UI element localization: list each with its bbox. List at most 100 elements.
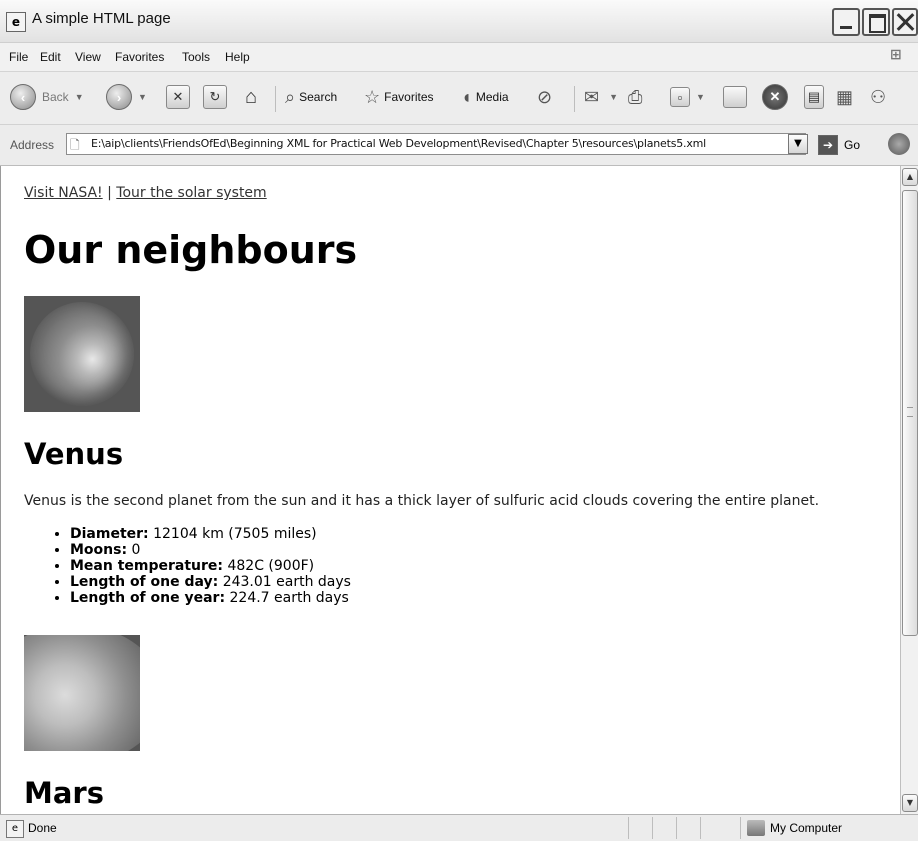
menu-favorites[interactable]: Favorites bbox=[115, 50, 164, 64]
menu-tools[interactable]: Tools bbox=[182, 50, 210, 64]
discuss-button[interactable] bbox=[723, 84, 747, 110]
minimize-button[interactable] bbox=[832, 8, 860, 36]
go-button[interactable]: ➔ Go bbox=[818, 135, 860, 155]
title-bar: e A simple HTML page bbox=[0, 0, 918, 43]
fact-label: Diameter: bbox=[70, 526, 149, 542]
maximize-button[interactable] bbox=[862, 8, 890, 36]
ie-icon: e bbox=[6, 12, 26, 32]
list-item: Diameter: 12104 km (7505 miles) bbox=[70, 526, 351, 542]
link-separator: | bbox=[107, 185, 112, 201]
list-item: Moons: 0 bbox=[70, 542, 351, 558]
scroll-thumb[interactable] bbox=[902, 190, 918, 636]
discuss-icon bbox=[723, 86, 747, 108]
address-dropdown-button[interactable]: ▼ bbox=[788, 134, 808, 154]
toolbar-separator bbox=[574, 86, 575, 112]
search-button[interactable]: ⌕ Search bbox=[285, 84, 337, 110]
fact-value: 243.01 earth days bbox=[222, 574, 351, 590]
venus-heading: Venus bbox=[24, 437, 124, 471]
refresh-button[interactable]: ↻ bbox=[203, 84, 227, 110]
page-done-icon: e bbox=[6, 820, 24, 838]
search-icon: ⌕ bbox=[285, 86, 296, 107]
fact-label: Length of one year: bbox=[70, 590, 226, 606]
fact-label: Mean temperature: bbox=[70, 558, 224, 574]
history-button[interactable]: ⊘ bbox=[537, 84, 556, 110]
messenger-button[interactable]: ✕ bbox=[762, 84, 788, 110]
chevron-down-icon: ▼ bbox=[696, 92, 705, 102]
back-label: Back bbox=[42, 90, 69, 104]
print-icon: ⎙ bbox=[628, 86, 643, 107]
home-icon: ⌂ bbox=[244, 85, 258, 108]
window-title: A simple HTML page bbox=[32, 10, 171, 27]
address-bar: Address 🗋 E:\aip\clients\FriendsOfEd\Beg… bbox=[0, 125, 918, 166]
media-label: Media bbox=[475, 90, 509, 104]
list-item: Length of one day: 243.01 earth days bbox=[70, 574, 351, 590]
status-divider bbox=[676, 817, 677, 839]
status-bar: e Done My Computer bbox=[0, 814, 918, 841]
venus-planet-disc bbox=[30, 302, 134, 406]
menu-view[interactable]: View bbox=[75, 50, 101, 64]
star-icon: ☆ bbox=[364, 86, 381, 107]
research-button[interactable]: ▤ bbox=[804, 84, 824, 110]
link-visit-nasa[interactable]: Visit NASA! bbox=[24, 185, 103, 201]
page-viewport: Visit NASA! | Tour the solar system Our … bbox=[0, 166, 900, 814]
scroll-up-button[interactable]: ▲ bbox=[902, 168, 918, 186]
grip-icon bbox=[907, 407, 913, 417]
fact-value: 482C (900F) bbox=[227, 558, 315, 574]
mars-image bbox=[24, 635, 140, 751]
menu-file[interactable]: File bbox=[9, 50, 28, 64]
mail-button[interactable]: ✉ ▼ bbox=[584, 84, 618, 110]
status-text: Done bbox=[28, 821, 57, 835]
stop-button[interactable]: ✕ bbox=[166, 84, 190, 110]
status-divider bbox=[700, 817, 701, 839]
address-input[interactable]: 🗋 E:\aip\clients\FriendsOfEd\Beginning X… bbox=[66, 133, 806, 155]
forward-button[interactable]: › ▼ bbox=[106, 84, 147, 110]
menu-help[interactable]: Help bbox=[225, 50, 250, 64]
venus-image bbox=[24, 296, 140, 412]
close-button[interactable] bbox=[892, 8, 918, 36]
users-icon: ⚇ bbox=[870, 86, 887, 107]
fact-label: Length of one day: bbox=[70, 574, 219, 590]
refresh-icon: ↻ bbox=[203, 85, 227, 109]
media-button[interactable]: ◖ Media bbox=[461, 84, 509, 110]
tools-button[interactable]: ▦ bbox=[836, 84, 857, 110]
fact-value: 0 bbox=[131, 542, 141, 558]
favorites-label: Favorites bbox=[384, 90, 434, 104]
browser-window: e A simple HTML page File Edit View Favo… bbox=[0, 0, 918, 841]
edit-button[interactable]: ▫ ▼ bbox=[670, 84, 705, 110]
page-heading: Our neighbours bbox=[24, 228, 358, 272]
windows-logo-icon: ⊞ bbox=[890, 47, 902, 63]
chevron-down-icon: ▼ bbox=[609, 92, 619, 102]
menu-edit[interactable]: Edit bbox=[40, 50, 61, 64]
toolbar: ‹ Back ▼ › ▼ ✕ ↻ ⌂ ⌕ Search ☆ Favorites … bbox=[0, 72, 918, 125]
address-label: Address bbox=[10, 138, 55, 152]
blocked-icon: ✕ bbox=[762, 84, 788, 110]
chevron-down-icon: ▼ bbox=[74, 92, 84, 102]
print-button[interactable]: ⎙ bbox=[628, 84, 646, 110]
edit-icon: ▫ bbox=[670, 87, 690, 107]
status-divider bbox=[740, 817, 741, 839]
security-zone-label: My Computer bbox=[770, 821, 843, 835]
link-tour-solar-system[interactable]: Tour the solar system bbox=[116, 185, 266, 201]
fact-label: Moons: bbox=[70, 542, 128, 558]
stop-icon: ✕ bbox=[166, 85, 190, 109]
vertical-scrollbar[interactable]: ▲ ▼ bbox=[900, 166, 918, 814]
mars-planet-disc bbox=[24, 635, 140, 751]
page-icon: 🗋 bbox=[70, 138, 80, 152]
fact-value: 224.7 earth days bbox=[229, 590, 349, 606]
forward-arrow-icon: › bbox=[106, 84, 132, 110]
toolbar-separator bbox=[275, 86, 276, 112]
list-item: Mean temperature: 482C (900F) bbox=[70, 558, 351, 574]
home-button[interactable]: ⌂ bbox=[240, 84, 262, 110]
favorites-button[interactable]: ☆ Favorites bbox=[364, 84, 434, 110]
list-item: Length of one year: 224.7 earth days bbox=[70, 590, 351, 606]
back-button[interactable]: ‹ Back ▼ bbox=[10, 84, 84, 110]
fact-value: 12104 km (7505 miles) bbox=[153, 526, 317, 542]
users-button[interactable]: ⚇ bbox=[870, 84, 890, 110]
links-icon[interactable] bbox=[888, 133, 910, 155]
media-icon: ◖ bbox=[461, 86, 472, 107]
menu-bar: File Edit View Favorites Tools Help ⊞ bbox=[0, 43, 918, 72]
research-icon: ▤ bbox=[804, 85, 824, 109]
chevron-down-icon: ▼ bbox=[138, 92, 147, 102]
computer-icon bbox=[747, 820, 765, 836]
scroll-down-button[interactable]: ▼ bbox=[902, 794, 918, 812]
